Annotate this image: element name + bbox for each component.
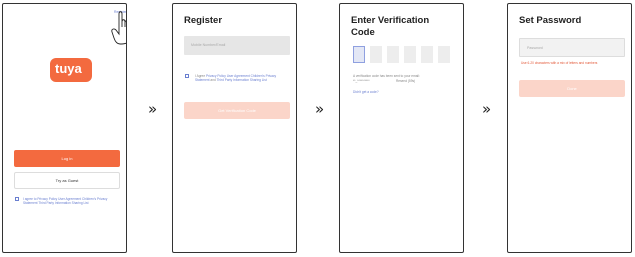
login-button[interactable]: Log in <box>14 150 120 167</box>
masked-email: **_********** <box>353 79 370 83</box>
login-screen: Register tuya Log in Try as Guest I agre… <box>2 3 127 253</box>
try-as-guest-button[interactable]: Try as Guest <box>14 172 120 189</box>
code-digit-3[interactable] <box>387 46 399 63</box>
password-placeholder: Password <box>527 46 543 50</box>
password-input[interactable]: Password <box>519 38 625 57</box>
double-chevron-right-icon: » <box>148 100 158 118</box>
code-digit-5[interactable] <box>421 46 433 63</box>
code-digit-6[interactable] <box>438 46 450 63</box>
didnt-get-code-link[interactable]: Didn't get a code? <box>353 90 379 94</box>
verification-screen: Enter Verification Code A verification c… <box>339 3 464 253</box>
checkbox-icon[interactable] <box>185 74 189 78</box>
double-chevron-right-icon: » <box>315 100 325 118</box>
resend-countdown: Resend (59s) <box>396 79 416 83</box>
mobile-email-input[interactable]: Mobile Number/Email <box>184 36 290 55</box>
logo-text: tuya <box>55 61 82 76</box>
done-button[interactable]: Done <box>519 80 625 97</box>
page-title: Register <box>184 15 223 26</box>
checkbox-icon[interactable] <box>15 197 19 201</box>
page-title-line1: Enter Verification <box>351 15 430 26</box>
page-title: Set Password <box>519 15 582 26</box>
code-digit-4[interactable] <box>404 46 416 63</box>
double-chevron-right-icon: » <box>482 100 492 118</box>
third-party-link[interactable]: Third Party Information Sharing List <box>217 78 267 82</box>
input-placeholder: Mobile Number/Email <box>191 43 226 47</box>
page-title-line2: Code <box>351 27 375 38</box>
get-verification-code-button[interactable]: Get Verification Code <box>184 102 290 119</box>
register-screen: Register Mobile Number/Email I Agree Pri… <box>172 3 297 253</box>
hand-pointer-icon <box>111 11 126 45</box>
password-hint: Use 6-20 characters with a mix of letter… <box>521 61 598 65</box>
agreement-text[interactable]: I agree to Privacy Policy User Agreement… <box>23 197 115 205</box>
set-password-screen: Set Password Password Use 6-20 character… <box>507 3 632 253</box>
tuya-logo-icon: tuya <box>50 58 92 82</box>
code-sent-text: A verification code has been sent to you… <box>353 74 420 78</box>
agreement-text: I Agree Privacy Policy User Agreement Ch… <box>195 74 289 82</box>
code-digit-2[interactable] <box>370 46 382 63</box>
agree-and: and <box>210 78 216 83</box>
code-digit-1[interactable] <box>353 46 365 63</box>
